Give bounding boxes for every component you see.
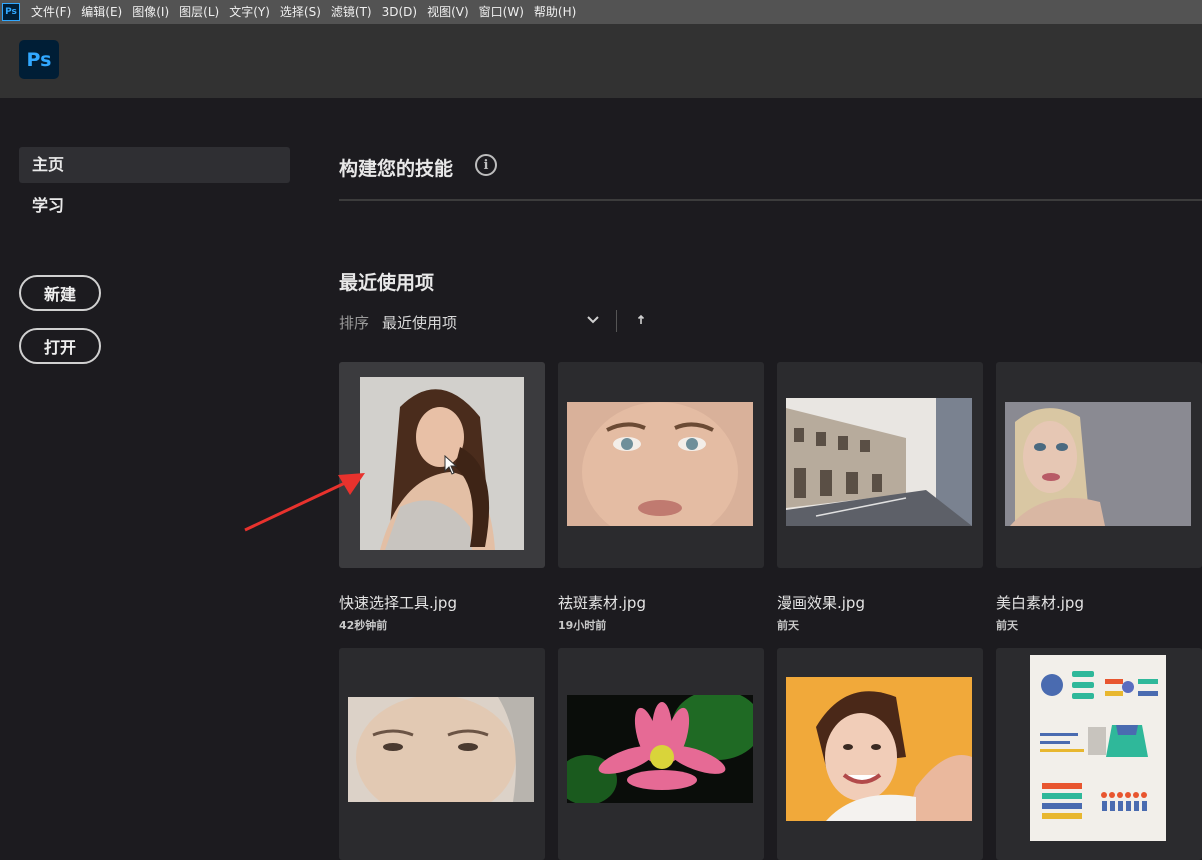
menu-image[interactable]: 图像(I) xyxy=(127,0,174,24)
sort-separator xyxy=(616,310,617,332)
section-divider xyxy=(339,199,1202,201)
menu-window[interactable]: 窗口(W) xyxy=(474,0,529,24)
recent-file-card[interactable] xyxy=(339,648,545,860)
file-thumbnail xyxy=(567,695,753,803)
recent-file-card[interactable] xyxy=(777,648,983,860)
sort-label: 排序 xyxy=(339,314,370,332)
file-thumbnail xyxy=(786,398,972,526)
file-thumbnail xyxy=(567,402,753,526)
menu-layer[interactable]: 图层(L) xyxy=(174,0,224,24)
recent-file-card[interactable] xyxy=(558,362,764,568)
file-thumbnail xyxy=(786,677,972,821)
menu-view[interactable]: 视图(V) xyxy=(422,0,474,24)
file-time: 42秒钟前 xyxy=(339,619,388,632)
recent-file-card[interactable] xyxy=(777,362,983,568)
menu-filter[interactable]: 滤镜(T) xyxy=(326,0,377,24)
chevron-down-icon[interactable] xyxy=(585,312,601,328)
file-time: 前天 xyxy=(777,619,799,632)
new-button[interactable]: 新建 xyxy=(19,275,101,311)
file-thumbnail xyxy=(348,697,534,802)
annotation-arrow-icon xyxy=(244,473,365,532)
file-thumbnail xyxy=(360,377,524,550)
recent-title: 最近使用项 xyxy=(339,272,435,294)
file-name[interactable]: 漫画效果.jpg xyxy=(777,592,865,613)
sidebar-item-learn[interactable]: 学习 xyxy=(19,188,290,224)
menubar: Ps 文件(F) 编辑(E) 图像(I) 图层(L) 文字(Y) 选择(S) 滤… xyxy=(0,0,1202,24)
file-name[interactable]: 快速选择工具.jpg xyxy=(339,592,457,613)
file-time: 19小时前 xyxy=(558,619,607,632)
file-thumbnail xyxy=(1005,402,1191,526)
file-name[interactable]: 美白素材.jpg xyxy=(996,592,1084,613)
menu-3d[interactable]: 3D(D) xyxy=(377,0,422,24)
recent-file-card[interactable] xyxy=(996,362,1202,568)
mouse-cursor-icon xyxy=(444,455,458,475)
skills-title: 构建您的技能 xyxy=(339,158,454,180)
home-screen: 主页 学习 新建 打开 构建您的技能 i 最近使用项 排序 最近使用项 快速选择… xyxy=(0,98,1202,860)
menu-select[interactable]: 选择(S) xyxy=(275,0,326,24)
sort-direction-arrow-up-icon[interactable] xyxy=(634,312,648,328)
sort-dropdown[interactable]: 最近使用项 xyxy=(382,312,457,333)
recent-file-card[interactable] xyxy=(996,648,1202,860)
home-header: Ps xyxy=(0,24,1202,98)
menu-file[interactable]: 文件(F) xyxy=(26,0,76,24)
sidebar-item-home[interactable]: 主页 xyxy=(19,147,290,183)
file-name[interactable]: 祛斑素材.jpg xyxy=(558,592,646,613)
info-icon[interactable]: i xyxy=(475,154,497,176)
recent-file-card[interactable] xyxy=(558,648,764,860)
open-button[interactable]: 打开 xyxy=(19,328,101,364)
menu-edit[interactable]: 编辑(E) xyxy=(76,0,127,24)
file-thumbnail xyxy=(1030,655,1166,841)
file-time: 前天 xyxy=(996,619,1018,632)
photoshop-logo: Ps xyxy=(19,40,59,79)
menu-help[interactable]: 帮助(H) xyxy=(529,0,581,24)
menu-type[interactable]: 文字(Y) xyxy=(224,0,275,24)
photoshop-app-icon[interactable]: Ps xyxy=(2,3,20,21)
